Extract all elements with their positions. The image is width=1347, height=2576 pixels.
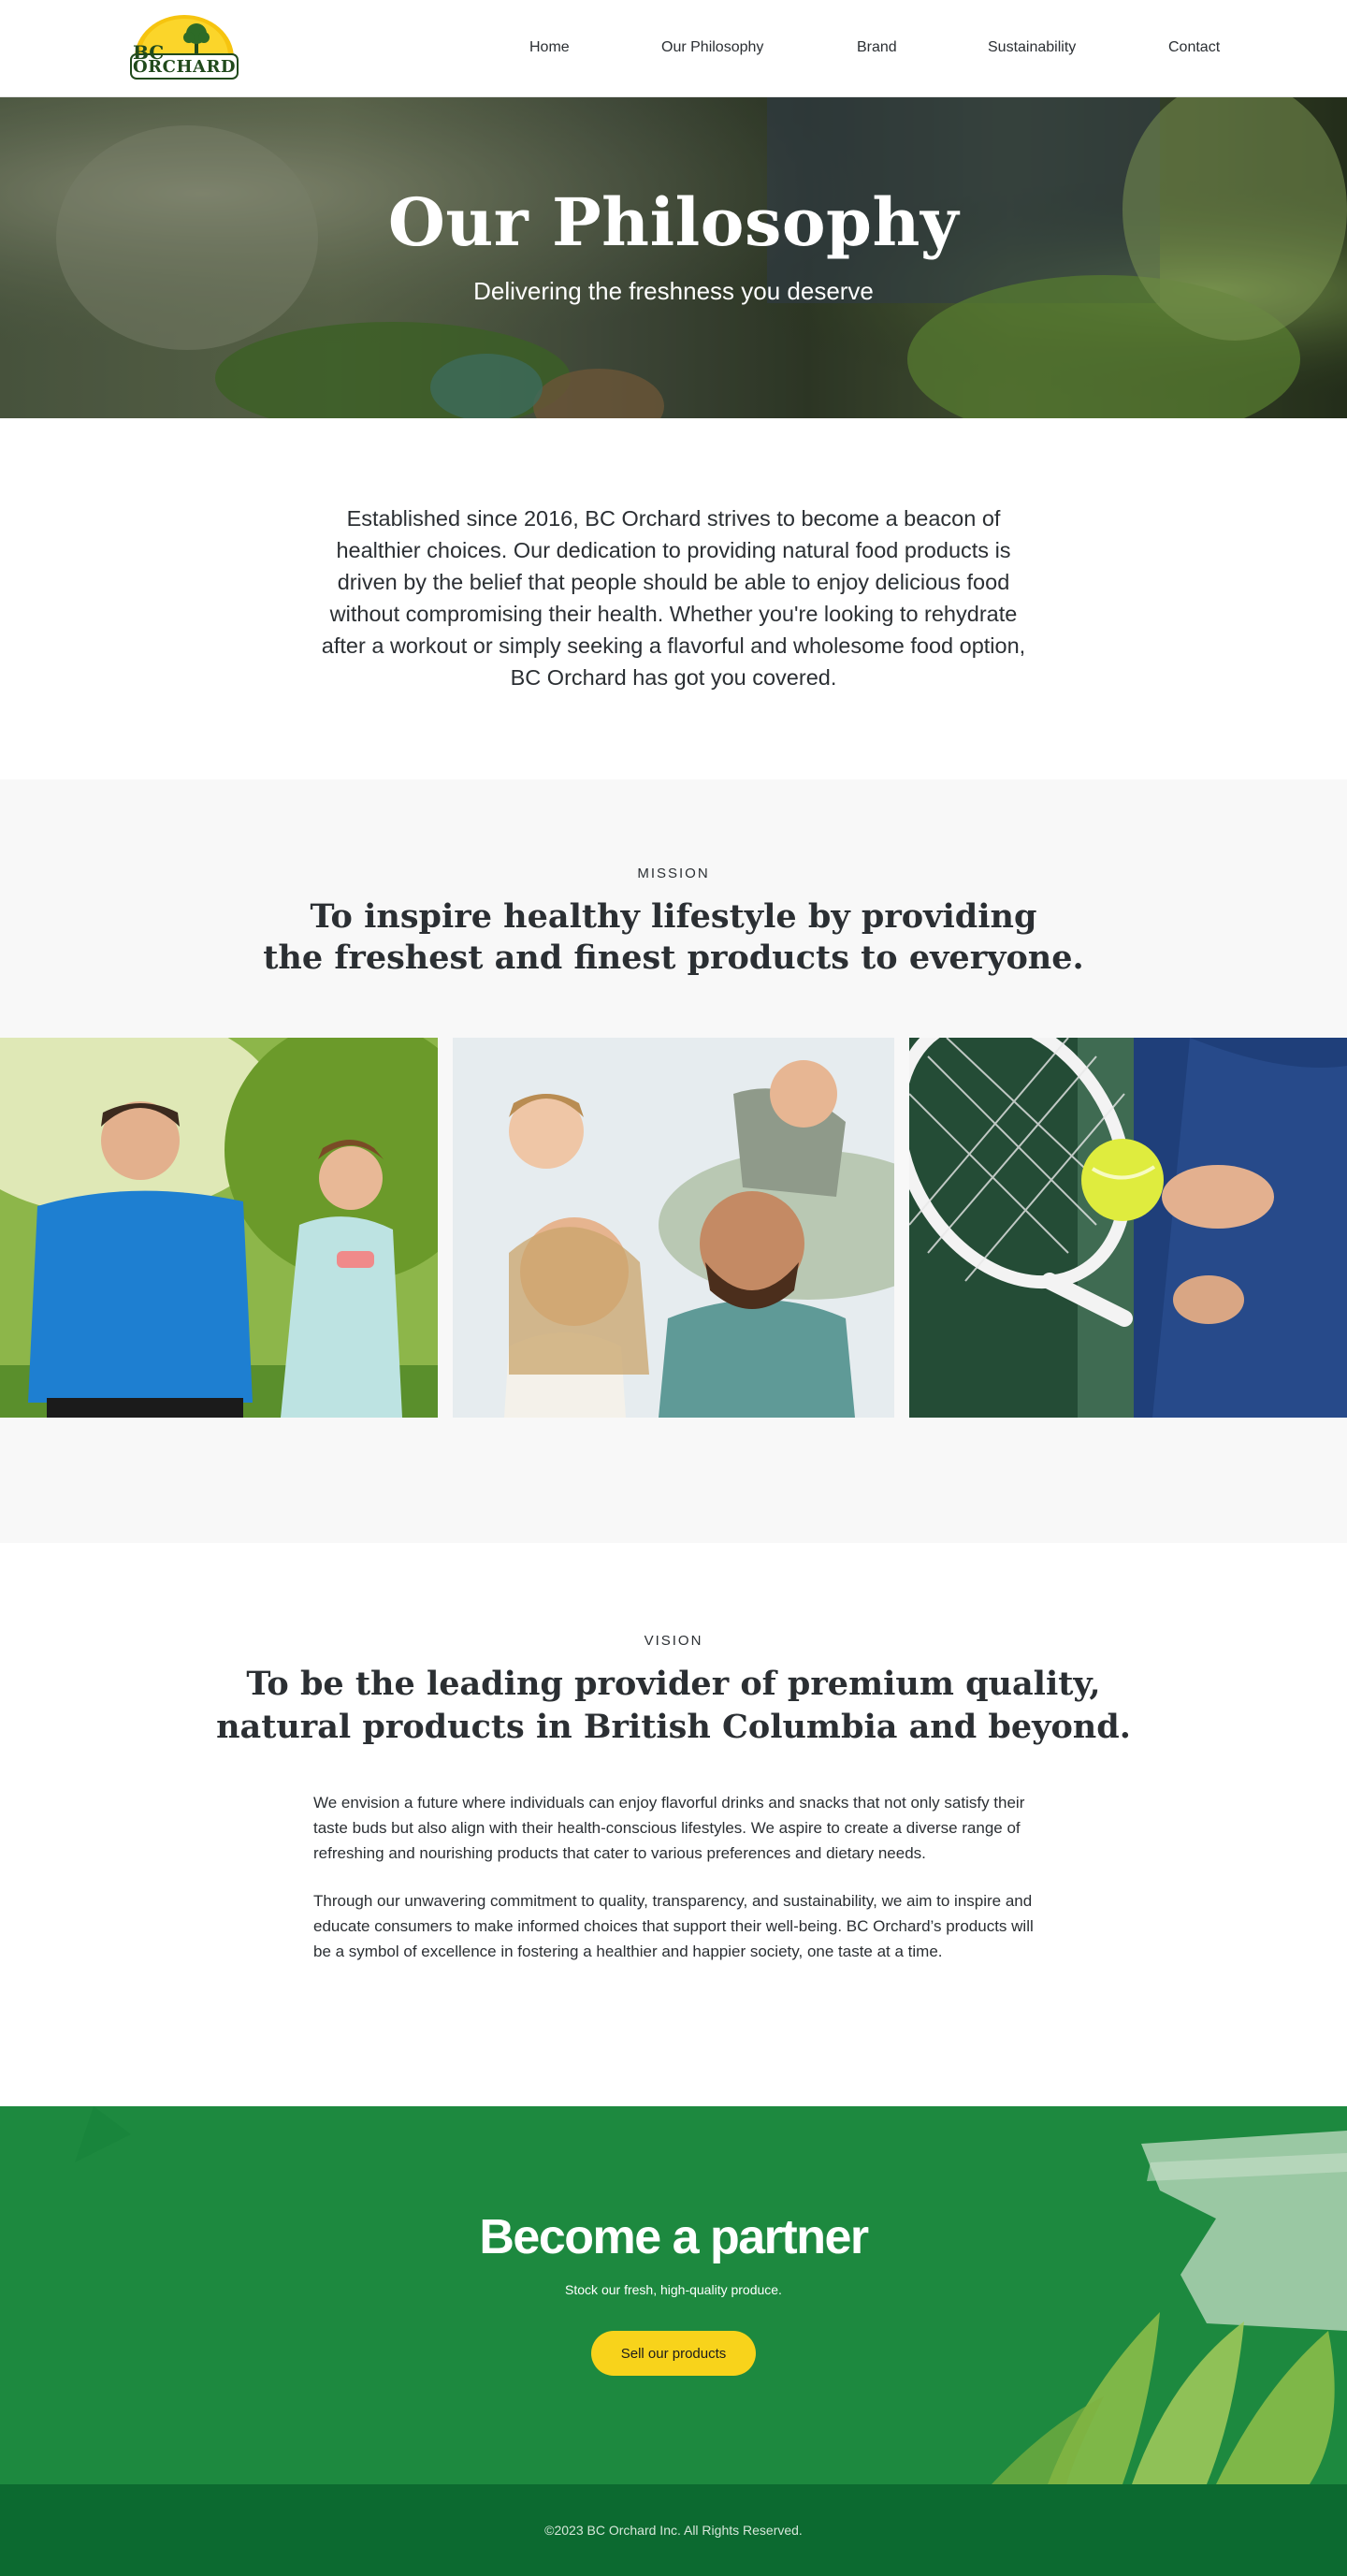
hero-banner: Our Philosophy Delivering the freshness …	[0, 97, 1347, 418]
mission-section: MISSION To inspire healthy lifestyle by …	[0, 779, 1347, 1543]
vision-eyebrow: VISION	[644, 1633, 703, 1649]
sell-our-products-button[interactable]: Sell our products	[591, 2331, 756, 2376]
partner-title: Become a partner	[479, 2210, 869, 2264]
photo-family	[453, 1038, 894, 1418]
photo-tennis	[909, 1038, 1347, 1418]
photo-joggers	[0, 1038, 438, 1418]
vision-paragraph-1: We envision a future where individuals c…	[313, 1794, 1025, 1862]
partner-subtitle: Stock our fresh, high-quality produce.	[565, 2282, 782, 2297]
page-title: Our Philosophy	[387, 183, 960, 261]
nav-item-brand[interactable]: Brand	[857, 37, 897, 58]
intro-text: Established since 2016, BC Orchard striv…	[321, 506, 1026, 690]
intro-section: Established since 2016, BC Orchard striv…	[0, 418, 1347, 779]
vision-section: VISION To be the leading provider of pre…	[0, 1543, 1347, 2106]
joggers-image	[0, 1038, 438, 1418]
vision-headline-line1: To be the leading provider of premium qu…	[246, 1665, 1101, 1703]
hero-subtitle: Delivering the freshness you deserve	[473, 277, 874, 305]
mission-headline-line1: To inspire healthy lifestyle by providin…	[310, 897, 1037, 936]
nav-item-our-philosophy[interactable]: Our Philosophy	[661, 37, 763, 58]
partner-section: Become a partner Stock our fresh, high-q…	[0, 2106, 1347, 2484]
vision-headline-line2: natural products in British Columbia and…	[216, 1708, 1131, 1746]
mission-headline-line2: the freshest and finest products to ever…	[263, 939, 1084, 977]
nav-item-contact[interactable]: Contact	[1168, 37, 1220, 58]
main-nav: Home Our Philosophy Brand Sustainability…	[0, 0, 1347, 97]
site-header: BC ORCHARD Home Our Philosophy Brand Sus…	[0, 0, 1347, 97]
nav-item-sustainability[interactable]: Sustainability	[988, 37, 1076, 58]
site-footer: ©2023 BC Orchard Inc. All Rights Reserve…	[0, 2484, 1347, 2576]
footer-copyright: ©2023 BC Orchard Inc. All Rights Reserve…	[544, 2523, 803, 2538]
family-image	[453, 1038, 894, 1418]
nav-item-home[interactable]: Home	[529, 37, 570, 58]
tennis-image	[909, 1038, 1347, 1418]
mission-eyebrow: MISSION	[637, 866, 710, 881]
vision-paragraph-2: Through our unwavering commitment to qua…	[313, 1892, 1034, 1960]
